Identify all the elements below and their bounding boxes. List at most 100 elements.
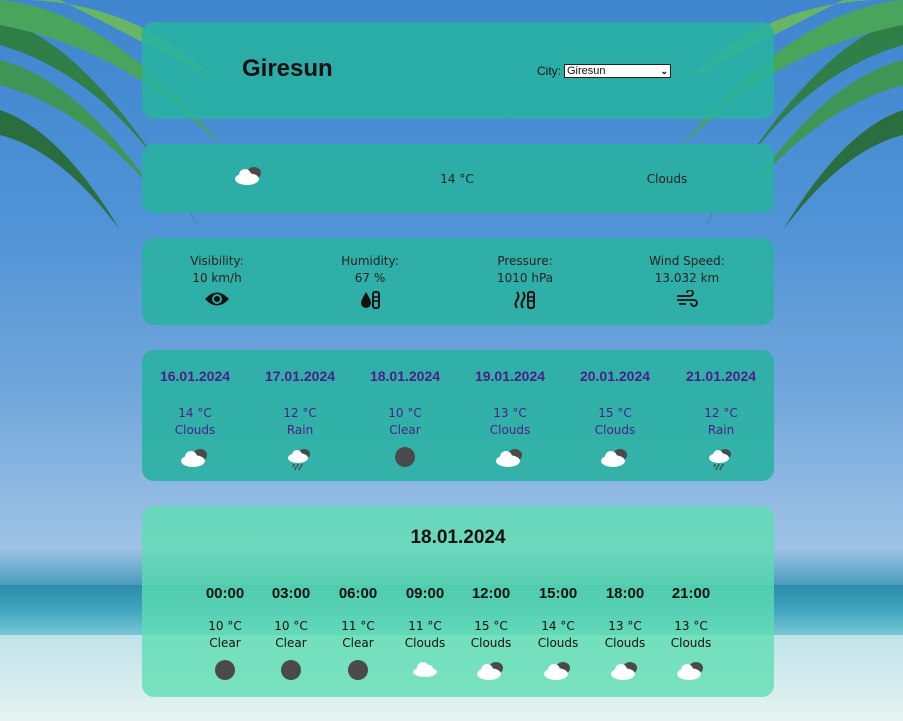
humidity-icon xyxy=(361,291,380,309)
rain-icon xyxy=(288,449,310,471)
hour-temp: 11 °C xyxy=(341,619,375,633)
hour-time: 18:00 xyxy=(605,585,645,602)
hourly-forecast-card: 18.01.2024 00:00 10 °C Clear 03:00 10 °C… xyxy=(142,506,774,697)
hour-item: 21:00 13 °C Clouds xyxy=(658,585,724,682)
forecast-desc: Clouds xyxy=(174,423,216,437)
current-temperature: 14 °C xyxy=(440,172,474,186)
detail-label: Wind Speed: xyxy=(649,254,725,268)
current-weather-card: 14 °C Clouds xyxy=(142,144,774,213)
detail-value: 1010 hPa xyxy=(496,271,553,285)
forecast-temp: 15 °C xyxy=(598,406,632,420)
forecast-date: 21.01.2024 xyxy=(685,368,757,384)
hour-temp: 13 °C xyxy=(608,619,642,633)
forecast-desc: Clouds xyxy=(594,423,636,437)
moon-icon xyxy=(348,660,368,680)
forecast-day[interactable]: 17.01.2024 12 °C Rain xyxy=(250,368,350,471)
forecast-date: 16.01.2024 xyxy=(159,368,231,384)
moon-icon xyxy=(281,660,301,680)
forecast-desc: Rain xyxy=(286,423,314,437)
detail-wind-speed: Wind Speed: 13.032 km xyxy=(627,253,747,310)
details-card: Visibility: 10 km/h Humidity: 67 % Press… xyxy=(142,238,774,325)
hour-desc: Clear xyxy=(209,636,241,650)
forecast-date: 19.01.2024 xyxy=(474,368,546,384)
chevron-down-icon: ⌄ xyxy=(660,66,668,76)
moon-icon xyxy=(395,447,415,467)
hour-item: 06:00 11 °C Clear xyxy=(325,585,391,680)
hour-item: 09:00 11 °C Clouds xyxy=(392,585,458,678)
header-card: Giresun City: Giresun ⌄ xyxy=(142,22,774,119)
rain-icon xyxy=(709,449,731,471)
detail-label: Humidity: xyxy=(341,254,399,268)
detail-visibility: Visibility: 10 km/h xyxy=(157,253,277,308)
forecast-date: 20.01.2024 xyxy=(579,368,651,384)
cloud-icon xyxy=(477,662,503,680)
wind-icon xyxy=(677,290,698,307)
hour-time: 00:00 xyxy=(205,585,245,602)
hour-temp: 15 °C xyxy=(474,619,508,633)
hour-temp: 11 °C xyxy=(408,619,442,633)
forecast-temp: 13 °C xyxy=(493,406,527,420)
hour-temp: 13 °C xyxy=(674,619,708,633)
city-title: Giresun xyxy=(242,55,333,82)
forecast-date: 17.01.2024 xyxy=(264,368,336,384)
city-select-value: Giresun xyxy=(567,65,606,77)
forecast-date: 18.01.2024 xyxy=(369,368,441,384)
detail-value: 13.032 km xyxy=(654,271,720,285)
weekly-forecast-card: 16.01.2024 14 °C Clouds 17.01.2024 12 °C… xyxy=(142,350,774,481)
hour-desc: Clear xyxy=(342,636,374,650)
hour-time: 03:00 xyxy=(271,585,311,602)
detail-label: Visibility: xyxy=(190,254,244,268)
hour-item: 18:00 13 °C Clouds xyxy=(592,585,658,682)
hour-item: 00:00 10 °C Clear xyxy=(192,585,258,680)
detail-label: Pressure: xyxy=(497,254,553,268)
cloud-icon xyxy=(677,662,703,680)
forecast-desc: Clouds xyxy=(489,423,531,437)
forecast-temp: 14 °C xyxy=(178,406,212,420)
moon-icon xyxy=(215,660,235,680)
forecast-temp: 12 °C xyxy=(704,406,738,420)
forecast-day[interactable]: 16.01.2024 14 °C Clouds xyxy=(145,368,245,469)
city-picker: City: Giresun ⌄ xyxy=(537,64,671,78)
cloud-icon xyxy=(234,165,264,191)
light-cloud-icon xyxy=(413,662,437,677)
detail-humidity: Humidity: 67 % xyxy=(310,253,430,310)
detail-value: 67 % xyxy=(354,271,386,285)
forecast-temp: 12 °C xyxy=(283,406,317,420)
hour-item: 03:00 10 °C Clear xyxy=(258,585,324,680)
hour-desc: Clouds xyxy=(537,636,579,650)
cloud-icon xyxy=(601,449,627,467)
forecast-day[interactable]: 21.01.2024 12 °C Rain xyxy=(671,368,771,471)
hour-desc: Clear xyxy=(275,636,307,650)
hourly-date-title: 18.01.2024 xyxy=(410,527,506,548)
cloud-icon xyxy=(611,662,637,680)
forecast-day[interactable]: 20.01.2024 15 °C Clouds xyxy=(565,368,665,469)
forecast-day[interactable]: 19.01.2024 13 °C Clouds xyxy=(460,368,560,469)
forecast-temp: 10 °C xyxy=(388,406,422,420)
forecast-day[interactable]: 18.01.2024 10 °C Clear xyxy=(355,368,455,467)
hour-desc: Clouds xyxy=(404,636,446,650)
detail-value: 10 km/h xyxy=(192,271,242,285)
hour-item: 12:00 15 °C Clouds xyxy=(458,585,524,682)
cloud-icon xyxy=(544,662,570,680)
forecast-desc: Rain xyxy=(707,423,735,437)
pressure-icon xyxy=(514,291,535,309)
hour-time: 15:00 xyxy=(538,585,578,602)
cloud-icon xyxy=(496,449,522,467)
detail-pressure: Pressure: 1010 hPa xyxy=(465,253,585,310)
cloud-icon xyxy=(181,449,207,467)
hour-time: 09:00 xyxy=(405,585,445,602)
hour-temp: 14 °C xyxy=(541,619,575,633)
forecast-desc: Clear xyxy=(389,423,421,437)
hour-time: 12:00 xyxy=(471,585,511,602)
hour-item: 15:00 14 °C Clouds xyxy=(525,585,591,682)
hour-time: 06:00 xyxy=(338,585,378,602)
hour-desc: Clouds xyxy=(604,636,646,650)
hour-time: 21:00 xyxy=(671,585,711,602)
eye-icon xyxy=(205,292,229,306)
hour-desc: Clouds xyxy=(670,636,712,650)
hour-desc: Clouds xyxy=(470,636,512,650)
hour-temp: 10 °C xyxy=(274,619,308,633)
city-select[interactable]: Giresun ⌄ xyxy=(564,64,671,78)
hour-temp: 10 °C xyxy=(208,619,242,633)
current-description: Clouds xyxy=(646,172,688,186)
